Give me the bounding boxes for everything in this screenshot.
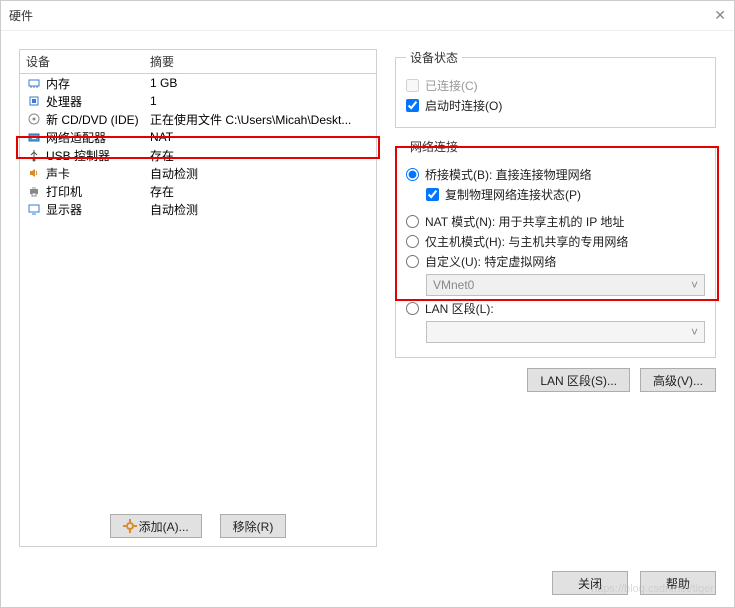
sound-icon xyxy=(26,165,42,181)
network-connection-group: 网络连接 桥接模式(B): 直接连接物理网络 复制物理网络连接状态(P) NAT… xyxy=(395,138,716,358)
device-summary: NAT xyxy=(150,130,376,144)
gear-icon xyxy=(123,519,137,533)
device-summary: 自动检测 xyxy=(150,201,376,218)
device-name: 新 CD/DVD (IDE) xyxy=(46,111,150,128)
device-row-cpu[interactable]: 处理器 1 xyxy=(20,92,376,110)
device-summary: 1 xyxy=(150,94,376,108)
chevron-down-icon: ˅ xyxy=(691,278,698,292)
bridged-radio-row[interactable]: 桥接模式(B): 直接连接物理网络 xyxy=(406,166,705,183)
device-status-group: 设备状态 已连接(C) 启动时连接(O) xyxy=(395,49,716,128)
lansegment-label: LAN 区段(L): xyxy=(425,300,494,317)
cpu-icon xyxy=(26,93,42,109)
content-area: 设备 摘要 内存 1 GB 处理器 1 新 CD/DVD (IDE) 正在使用文 xyxy=(1,31,734,559)
nic-icon xyxy=(26,129,42,145)
close-button[interactable]: 关闭 xyxy=(552,571,628,595)
nat-radio[interactable] xyxy=(406,215,419,228)
hostonly-label: 仅主机模式(H): 与主机共享的专用网络 xyxy=(425,233,628,250)
connected-checkbox xyxy=(406,79,419,92)
usb-icon xyxy=(26,147,42,163)
display-icon xyxy=(26,201,42,217)
col-device[interactable]: 设备 xyxy=(26,53,150,70)
network-connection-legend: 网络连接 xyxy=(406,138,462,155)
custom-vmnet-combo: VMnet0 ˅ xyxy=(426,274,705,296)
device-list: 内存 1 GB 处理器 1 新 CD/DVD (IDE) 正在使用文件 C:\U… xyxy=(20,74,376,218)
close-icon[interactable]: ✕ xyxy=(696,7,726,24)
add-button-label: 添加(A)... xyxy=(139,520,189,534)
device-name: 声卡 xyxy=(46,165,150,182)
device-row-display[interactable]: 显示器 自动检测 xyxy=(20,200,376,218)
device-row-nic[interactable]: 网络适配器 NAT xyxy=(20,128,376,146)
connected-label: 已连接(C) xyxy=(425,77,478,94)
device-name: 打印机 xyxy=(46,183,150,200)
lansegment-radio-row[interactable]: LAN 区段(L): xyxy=(406,300,705,317)
bridged-radio[interactable] xyxy=(406,168,419,181)
device-row-printer[interactable]: 打印机 存在 xyxy=(20,182,376,200)
device-panel: 设备 摘要 内存 1 GB 处理器 1 新 CD/DVD (IDE) 正在使用文 xyxy=(19,49,377,547)
replicate-checkbox[interactable] xyxy=(426,188,439,201)
left-button-row: 添加(A)... 移除(R) xyxy=(20,514,376,538)
printer-icon xyxy=(26,183,42,199)
device-name: 内存 xyxy=(46,75,150,92)
device-row-memory[interactable]: 内存 1 GB xyxy=(20,74,376,92)
device-name: USB 控制器 xyxy=(46,147,150,164)
replicate-row[interactable]: 复制物理网络连接状态(P) xyxy=(426,186,705,203)
custom-radio-row[interactable]: 自定义(U): 特定虚拟网络 xyxy=(406,253,705,270)
help-button[interactable]: 帮助 xyxy=(640,571,716,595)
dialog-footer: 关闭 帮助 https://blog.csdn.net/tiger xyxy=(1,559,734,607)
custom-vmnet-value: VMnet0 xyxy=(433,278,474,292)
chevron-down-icon: ˅ xyxy=(691,325,698,339)
device-summary: 存在 xyxy=(150,183,376,200)
nat-label: NAT 模式(N): 用于共享主机的 IP 地址 xyxy=(425,213,624,230)
remove-button[interactable]: 移除(R) xyxy=(220,514,287,538)
device-summary: 自动检测 xyxy=(150,165,376,182)
lansegment-combo: ˅ xyxy=(426,321,705,343)
titlebar: 硬件 ✕ xyxy=(1,1,734,31)
col-summary[interactable]: 摘要 xyxy=(150,53,376,70)
device-name: 显示器 xyxy=(46,201,150,218)
device-name: 处理器 xyxy=(46,93,150,110)
device-row-usb[interactable]: USB 控制器 存在 xyxy=(20,146,376,164)
device-row-cddvd[interactable]: 新 CD/DVD (IDE) 正在使用文件 C:\Users\Micah\Des… xyxy=(20,110,376,128)
lansegment-value xyxy=(433,325,436,339)
device-summary: 1 GB xyxy=(150,76,376,90)
settings-panel: 设备状态 已连接(C) 启动时连接(O) 网络连接 桥接模式(B): 直接连接物… xyxy=(395,49,716,392)
add-button[interactable]: 添加(A)... xyxy=(110,514,202,538)
hostonly-radio[interactable] xyxy=(406,235,419,248)
device-status-legend: 设备状态 xyxy=(406,49,462,66)
lansegment-radio[interactable] xyxy=(406,302,419,315)
window-title: 硬件 xyxy=(9,7,696,24)
device-summary: 存在 xyxy=(150,147,376,164)
custom-label: 自定义(U): 特定虚拟网络 xyxy=(425,253,556,270)
connect-poweron-label: 启动时连接(O) xyxy=(425,97,502,114)
hostonly-radio-row[interactable]: 仅主机模式(H): 与主机共享的专用网络 xyxy=(406,233,705,250)
memory-icon xyxy=(26,75,42,91)
device-name: 网络适配器 xyxy=(46,129,150,146)
connected-checkbox-row: 已连接(C) xyxy=(406,77,705,94)
device-row-sound[interactable]: 声卡 自动检测 xyxy=(20,164,376,182)
nat-radio-row[interactable]: NAT 模式(N): 用于共享主机的 IP 地址 xyxy=(406,213,705,230)
connect-poweron-checkbox[interactable] xyxy=(406,99,419,112)
disc-icon xyxy=(26,111,42,127)
custom-radio[interactable] xyxy=(406,255,419,268)
right-button-row: LAN 区段(S)... 高级(V)... xyxy=(395,368,716,392)
device-table-header: 设备 摘要 xyxy=(20,50,376,74)
connect-poweron-row[interactable]: 启动时连接(O) xyxy=(406,97,705,114)
advanced-button[interactable]: 高级(V)... xyxy=(640,368,716,392)
bridged-label: 桥接模式(B): 直接连接物理网络 xyxy=(425,166,592,183)
device-summary: 正在使用文件 C:\Users\Micah\Deskt... xyxy=(150,111,376,128)
hardware-dialog: 硬件 ✕ 设备 摘要 内存 1 GB 处理器 1 xyxy=(0,0,735,608)
replicate-label: 复制物理网络连接状态(P) xyxy=(445,186,581,203)
lan-segments-button[interactable]: LAN 区段(S)... xyxy=(527,368,630,392)
